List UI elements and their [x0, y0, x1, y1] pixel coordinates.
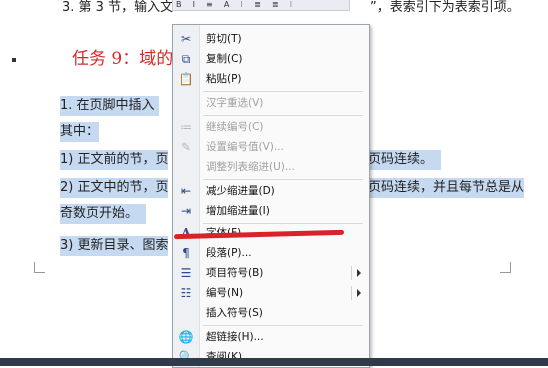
crop-mark-left — [34, 262, 45, 273]
increase-indent-icon: ⇥ — [180, 204, 192, 218]
continue-numbering-icon: ≔ — [180, 120, 192, 134]
top-line-left: 3. 第 3 节，输入文 — [62, 0, 174, 15]
task-title: 任务 9：域的 — [72, 49, 174, 69]
split-separator — [351, 286, 352, 300]
italic-icon[interactable]: I — [193, 0, 195, 10]
context-menu[interactable]: ✂ 剪切(T) ⧉ 复制(C) 📋 粘贴(P) 汉字重选(V) ≔ 继续编号(C… — [172, 24, 370, 368]
menu-separator — [203, 179, 363, 180]
menu-item-reconvert: 汉字重选(V) — [206, 97, 264, 109]
font-color-icon[interactable]: A — [224, 0, 229, 10]
paragraph-icon: ¶ — [182, 246, 190, 260]
crop-mark-right — [500, 262, 511, 273]
taskbar-strip — [0, 358, 548, 366]
mini-toolbar[interactable]: B I ≡ A ⁝ ≣ ≣ ⁝ — [172, 0, 350, 11]
item2-cont: 奇数页开始。 — [60, 204, 147, 224]
menu-item-adjust-list-indent: 调整列表缩进(U)... — [206, 161, 295, 173]
menu-item-continue-numbering: ≔ 继续编号(C) — [180, 120, 264, 134]
qizhong-text: 其中： — [60, 122, 100, 142]
menu-item-hyperlink[interactable]: 🌐 超链接(H)... — [173, 327, 369, 347]
decrease-indent-icon: ⇤ — [180, 184, 192, 198]
clipboard-icon: 📋 — [178, 72, 194, 86]
item1-right: 页码连续。 — [368, 150, 442, 170]
submenu-arrow-icon[interactable] — [357, 289, 361, 297]
item2-left: 2) 正文中的节，页 — [60, 178, 169, 198]
item3-left: 3) 更新目录、图索 — [60, 236, 169, 256]
top-line-right: ”，表索引下为表索引项。 — [370, 0, 520, 15]
bullets-icon[interactable]: ⁝ — [290, 0, 293, 10]
menu-separator — [203, 325, 363, 326]
menu-item-insert-symbol[interactable]: 插入符号(S) — [173, 303, 369, 323]
list-icon[interactable]: ⁝ — [240, 0, 243, 10]
menu-item-decrease-indent[interactable]: ⇤ 减少缩进量(D) — [173, 181, 369, 201]
menu-separator — [203, 91, 363, 92]
menu-item-paragraph[interactable]: ¶ 段落(P)... — [173, 243, 369, 263]
list-item-1: 1. 在页脚中插入 — [60, 96, 159, 116]
menu-item-set-numbering-value: ✎ 设置编号值(V)... — [173, 137, 369, 157]
menu-item-numbering[interactable]: ☷ 编号(N) — [173, 283, 369, 303]
set-value-icon: ✎ — [180, 140, 192, 154]
menu-item-bullets[interactable]: ☰ 项目符号(B) — [173, 263, 369, 283]
decrease-indent-icon[interactable]: ≣ — [254, 0, 261, 10]
bullets-icon: ☰ — [180, 266, 192, 280]
copy-icon: ⧉ — [181, 52, 191, 66]
globe-icon: 🌐 — [178, 330, 194, 344]
submenu-arrow-icon[interactable] — [357, 269, 361, 277]
increase-indent-icon[interactable]: ≣ — [272, 0, 279, 10]
menu-separator — [203, 115, 363, 116]
split-separator — [351, 266, 352, 280]
numbering-icon: ☷ — [180, 286, 192, 300]
item2-right: 页码连续，并且每节总是从 — [368, 178, 525, 198]
menu-item-paste[interactable]: 📋 粘贴(P) — [173, 69, 369, 89]
paragraph-mark — [12, 58, 16, 62]
menu-item-increase-indent[interactable]: ⇥ 增加缩进量(I) — [173, 201, 369, 221]
bold-icon[interactable]: B — [176, 0, 182, 10]
align-icon[interactable]: ≡ — [206, 0, 213, 10]
scissors-icon: ✂ — [180, 32, 192, 46]
item1-left: 1) 正文前的节，页 — [60, 150, 169, 170]
menu-item-copy[interactable]: ⧉ 复制(C) — [173, 49, 369, 69]
menu-item-cut[interactable]: ✂ 剪切(T) — [173, 29, 369, 49]
